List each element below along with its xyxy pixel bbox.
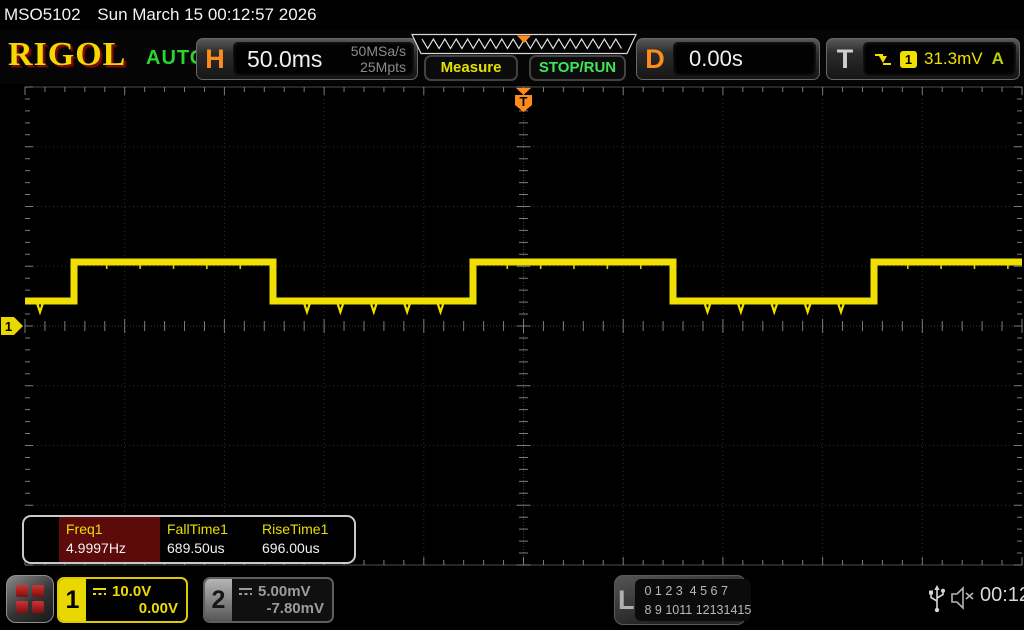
- logic-label: L: [618, 579, 635, 621]
- measurement-cell-risetime[interactable]: RiseTime1 696.00us: [255, 517, 355, 562]
- acquisition-info: 50MSa/s 25Mpts: [351, 43, 414, 75]
- horizontal-delay-panel[interactable]: D 0.00s: [636, 38, 820, 80]
- measurement-cell-falltime[interactable]: FallTime1 689.50us: [160, 517, 255, 562]
- rigol-logo: RIGOL: [8, 36, 126, 74]
- delay-value: 0.00s: [673, 46, 743, 72]
- h-label: H: [197, 44, 233, 75]
- channel-2-badge: 2: [205, 579, 232, 621]
- scope-plot: T1: [0, 84, 1024, 570]
- trigger-source-badge: 1: [900, 51, 917, 68]
- channel-2-offset: -7.80mV: [266, 600, 324, 617]
- svg-text:1: 1: [5, 319, 12, 334]
- channel-1-level-marker[interactable]: 1: [1, 317, 23, 335]
- measurement-label: FallTime1: [167, 521, 255, 537]
- trigger-sweep-mode: A: [992, 49, 1010, 69]
- t-label: T: [827, 44, 863, 75]
- header-bar: RIGOL AUTO H 50.0ms 50MSa/s 25Mpts Measu…: [0, 30, 1024, 84]
- sample-rate: 50MSa/s: [351, 43, 406, 59]
- logic-channel-numbers: 0 1 2 3 4 5 6 78 9 1011 12131415: [635, 579, 752, 621]
- horizontal-timebase-panel[interactable]: H 50.0ms 50MSa/s 25Mpts: [196, 38, 418, 80]
- logic-channels-status[interactable]: L 0 1 2 3 4 5 6 78 9 1011 12131415: [614, 575, 746, 625]
- d-label: D: [637, 44, 673, 75]
- measurement-results-panel[interactable]: Freq1 4.9997Hz FallTime1 689.50us RiseTi…: [22, 515, 356, 564]
- dc-coupling-icon: [92, 587, 107, 597]
- measure-button[interactable]: Measure: [424, 55, 518, 81]
- channel-1-status[interactable]: 1 10.0V 0.00V: [57, 577, 188, 623]
- bottom-bar: 1 10.0V 0.00V 2: [0, 570, 1024, 630]
- timebase-value: 50.0ms: [233, 46, 322, 73]
- waveform-overview-strip[interactable]: [410, 33, 638, 55]
- dc-coupling-icon: [238, 587, 253, 597]
- trigger-position-marker[interactable]: T: [515, 88, 532, 112]
- measurement-label: Freq1: [66, 521, 160, 537]
- uptime-clock: 00:12: [980, 584, 1024, 607]
- speaker-muted-icon[interactable]: [950, 586, 976, 610]
- channel-1-scale: 10.0V: [112, 583, 151, 600]
- svg-text:T: T: [520, 94, 528, 109]
- measurement-value: 4.9997Hz: [66, 540, 160, 556]
- channel-2-status[interactable]: 2 5.00mV -7.80mV: [203, 577, 334, 623]
- measurement-cell-freq[interactable]: Freq1 4.9997Hz: [59, 517, 160, 562]
- oscilloscope-display: MSO5102 Sun March 15 00:12:57 2026 RIGOL…: [0, 0, 1024, 630]
- trigger-panel[interactable]: T 1 31.3mV A: [826, 38, 1020, 80]
- channel-1-offset: 0.00V: [139, 600, 178, 617]
- measurement-value: 689.50us: [167, 540, 255, 556]
- measurement-value: 696.00us: [262, 540, 355, 556]
- measurement-label: RiseTime1: [262, 521, 355, 537]
- grid-dots: [16, 585, 44, 613]
- channel-1-badge: 1: [59, 579, 86, 621]
- date-time: Sun March 15 00:12:57 2026: [97, 5, 316, 24]
- channel-2-scale: 5.00mV: [258, 583, 311, 600]
- graticule-area: T1 Freq1 4.9997Hz FallTime1 689.50us Ris…: [0, 84, 1024, 570]
- usb-icon: [928, 585, 946, 613]
- model-name: MSO5102: [4, 5, 81, 24]
- trigger-falling-edge-icon: [873, 51, 893, 67]
- status-bar: MSO5102 Sun March 15 00:12:57 2026: [0, 0, 1024, 30]
- menu-grid-icon[interactable]: [6, 575, 54, 623]
- stop-run-button[interactable]: STOP/RUN: [529, 55, 626, 81]
- memory-depth: 25Mpts: [351, 59, 406, 75]
- trigger-level-value: 31.3mV: [924, 49, 983, 69]
